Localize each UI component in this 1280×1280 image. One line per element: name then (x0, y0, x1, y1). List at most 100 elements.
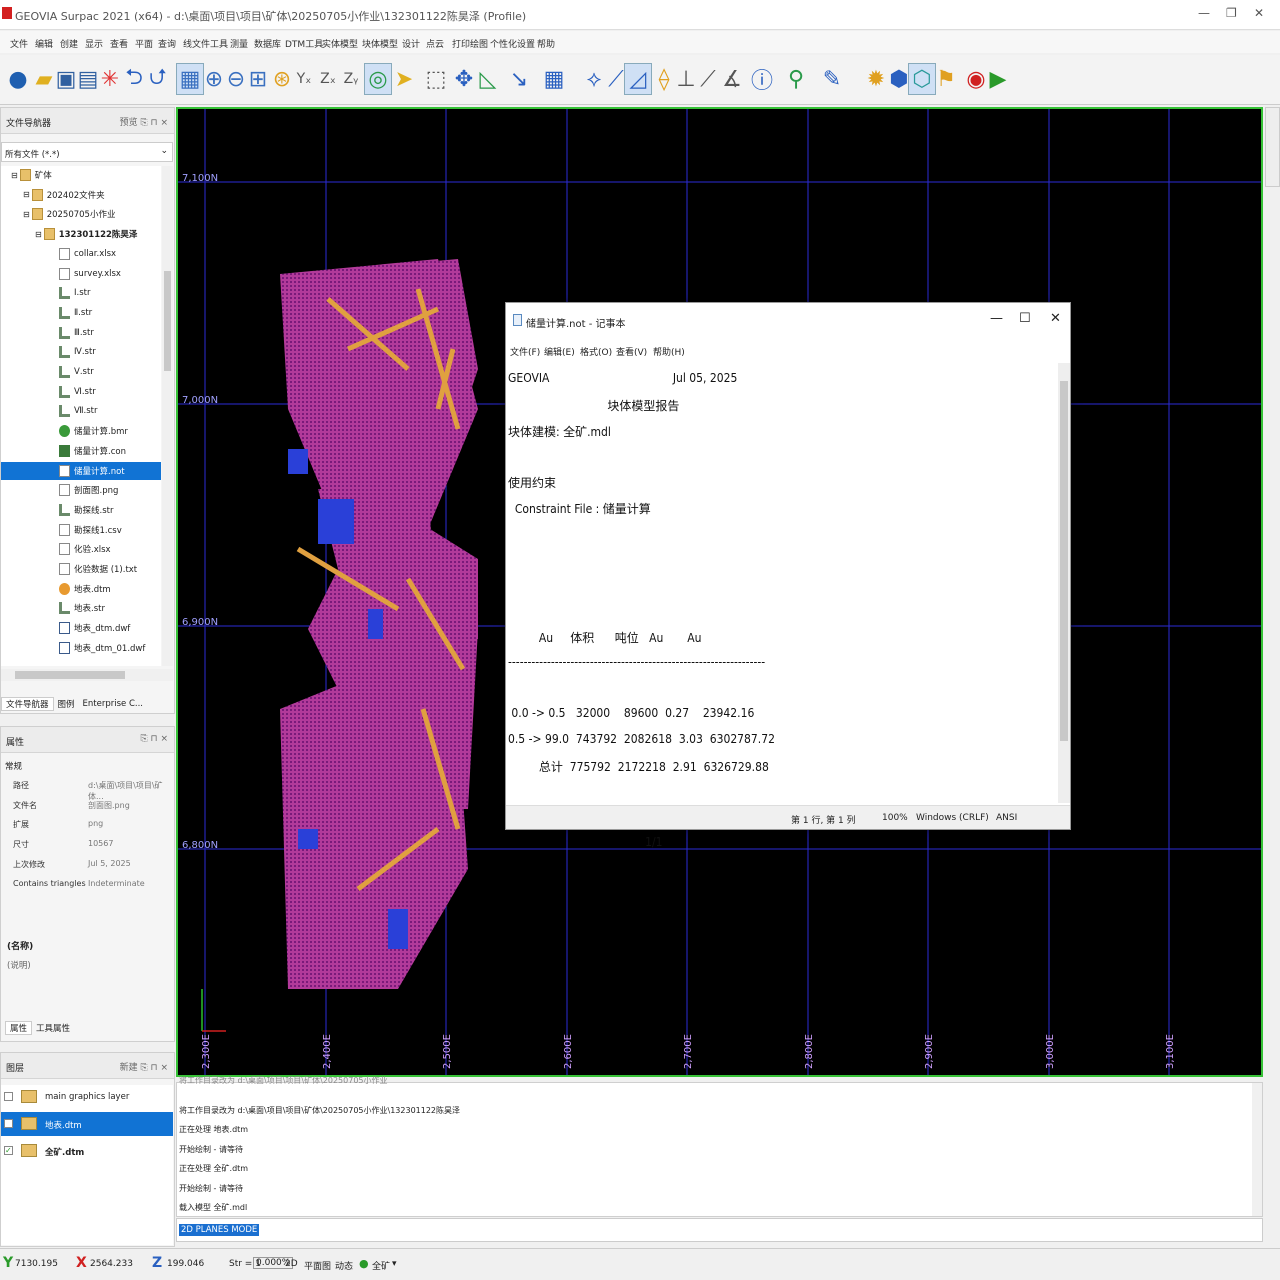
notepad-minimize-button[interactable]: — (990, 311, 1003, 326)
notepad-menu-format[interactable]: 格式(O) (580, 345, 612, 358)
side-dock-tab[interactable] (1265, 107, 1280, 187)
menu-create[interactable]: 创建 (60, 37, 78, 50)
properties-controls[interactable]: ⎘ ⊓ × (141, 734, 169, 744)
menu-plane[interactable]: 平面 (135, 37, 153, 50)
menu-edit[interactable]: 编辑 (35, 37, 53, 50)
plane-mode[interactable]: 平面图 (304, 1259, 331, 1272)
pen-icon[interactable]: ✎ (818, 63, 846, 95)
menu-plotting[interactable]: 打印绘图 (452, 37, 488, 50)
menu-solids[interactable]: 实体模型 (322, 37, 358, 50)
tab-properties[interactable]: 属性 (5, 1021, 33, 1035)
notepad-close-button[interactable]: ✕ (1050, 311, 1061, 326)
tree-item[interactable]: 地表.str (1, 599, 161, 617)
command-line[interactable]: 2D PLANES MODE (176, 1218, 1263, 1242)
minimize-button[interactable]: — (1198, 6, 1210, 20)
tree-item[interactable]: Ⅱ.str (1, 304, 161, 322)
tree-item[interactable]: 剖面图.png (1, 481, 161, 499)
tree-item[interactable]: ⊟ 132301122陈昊泽 (1, 225, 161, 243)
tree-item[interactable]: Ⅴ.str (1, 363, 161, 381)
file-filter-select[interactable]: 所有文件 (*.*) ⌄ (1, 142, 173, 162)
property-row[interactable]: 路径 d:\桌面\项目\项目\矿体... (1, 775, 171, 801)
tab-tool-properties[interactable]: 工具属性 (32, 1022, 74, 1034)
property-row[interactable]: Contains triangles Indeterminate (1, 874, 171, 893)
layers-controls[interactable]: 新建 ⎘ ⊓ × (120, 1060, 168, 1073)
notepad-scrollbar[interactable] (1058, 363, 1070, 803)
property-row[interactable]: 上次修改 Jul 5, 2025 (1, 854, 171, 873)
measure-icon[interactable]: ◺ (474, 63, 502, 95)
file-navigator-controls[interactable]: 预览 ⎘ ⊓ × (120, 115, 168, 128)
menu-block-model[interactable]: 块体模型 (362, 37, 398, 50)
tree-horizontal-scrollbar[interactable] (1, 669, 173, 681)
tree-item[interactable]: 储量计算.not (1, 461, 161, 480)
redo-icon[interactable]: ⮍ (144, 63, 172, 95)
menu-display[interactable]: 显示 (85, 37, 103, 50)
layer-item[interactable]: main graphics layer (1, 1085, 173, 1109)
tree-item[interactable]: 地表.dtm (1, 580, 161, 598)
tree-item[interactable]: Ⅲ.str (1, 324, 161, 342)
tree-item[interactable]: 储量计算.bmr (1, 422, 161, 440)
notepad-menu-edit[interactable]: 编辑(E) (544, 345, 575, 358)
property-row[interactable]: 尺寸 10567 (1, 834, 171, 853)
view-zy-icon[interactable]: Zᵧ (337, 63, 365, 95)
notepad-maximize-button[interactable]: ☐ (1019, 311, 1031, 326)
dynamic-mode[interactable]: 动态 (335, 1259, 353, 1272)
tree-item[interactable]: Ⅰ.str (1, 284, 161, 302)
notepad-menu-file[interactable]: 文件(F) (510, 345, 540, 358)
grid-icon[interactable]: ▦ (540, 63, 568, 95)
expand-toggle-icon[interactable]: ⊟ (11, 171, 18, 180)
menu-help[interactable]: 帮助 (537, 37, 555, 50)
menu-survey[interactable]: 测量 (230, 37, 248, 50)
notepad-menu-view[interactable]: 查看(V) (616, 345, 647, 358)
menu-file[interactable]: 文件 (10, 37, 28, 50)
tree-item[interactable]: Ⅳ.str (1, 343, 161, 361)
tree-item[interactable]: Ⅵ.str (1, 383, 161, 401)
chevron-down-icon[interactable]: ▾ (392, 1259, 397, 1269)
tree-item[interactable]: 储量计算.con (1, 442, 161, 460)
tree-item[interactable]: 化验数据 (1).txt (1, 560, 161, 578)
tree-item[interactable]: ⊟ 202402文件夹 (1, 186, 161, 204)
tree-item[interactable]: 化验.xlsx (1, 540, 161, 558)
info-icon[interactable]: ⓘ (748, 63, 776, 95)
property-row[interactable]: 扩展 png (1, 814, 171, 833)
tree-item[interactable]: 勘探线1.csv (1, 521, 161, 539)
tree-item[interactable]: collar.xlsx (1, 245, 161, 263)
digitize-icon[interactable]: ↘ (505, 63, 533, 95)
layer-checkbox[interactable]: ✓ (4, 1146, 13, 1155)
globe-icon[interactable]: ● (4, 63, 32, 95)
log-scrollbar[interactable] (1252, 1083, 1262, 1216)
tree-item[interactable]: ⊟ 矿体 (1, 166, 161, 184)
expand-toggle-icon[interactable]: ⊟ (35, 230, 42, 239)
close-button[interactable]: ✕ (1254, 6, 1264, 20)
menu-database[interactable]: 数据库 (254, 37, 281, 50)
tree-item[interactable]: 地表_dtm.dwf (1, 619, 161, 637)
tree-item[interactable]: 地表_dtm_01.dwf (1, 639, 161, 657)
tab-legend[interactable]: 图例 (54, 698, 79, 710)
layer-item[interactable]: ✓ 全矿.dtm (1, 1139, 173, 1163)
tab-enterprise[interactable]: Enterprise C... (79, 699, 147, 709)
menu-string-tools[interactable]: 线文件工具 (183, 37, 228, 50)
tree-item[interactable]: 勘探线.str (1, 501, 161, 519)
select-pointer-icon[interactable]: ➤ (390, 63, 418, 95)
brush-icon[interactable]: ⚑ (932, 63, 960, 95)
property-row[interactable]: 文件名 剖面图.png (1, 795, 171, 814)
menu-point-cloud[interactable]: 点云 (426, 37, 444, 50)
triangle-icon[interactable]: ◿ (624, 63, 652, 95)
view-mode-2d[interactable]: 2D (285, 1259, 298, 1269)
select-box-icon[interactable]: ⬚ (422, 63, 450, 95)
layer-item[interactable]: 地表.dtm (1, 1112, 173, 1136)
rotate-icon[interactable]: ◎ (364, 63, 392, 95)
identify-icon[interactable]: ⚲ (782, 63, 810, 95)
layer-checkbox[interactable] (4, 1092, 13, 1101)
menu-design[interactable]: 设计 (402, 37, 420, 50)
play-icon[interactable]: ▶ (984, 63, 1012, 95)
tree-vertical-scrollbar[interactable] (162, 166, 173, 666)
tree-item[interactable]: Ⅶ.str (1, 402, 161, 420)
active-layer[interactable]: 全矿 (372, 1259, 390, 1272)
layer-checkbox[interactable] (4, 1119, 13, 1128)
expand-toggle-icon[interactable]: ⊟ (23, 210, 30, 219)
menu-dtm-tools[interactable]: DTM工具 (285, 37, 323, 50)
tree-item[interactable]: survey.xlsx (1, 265, 161, 283)
tab-file-navigator[interactable]: 文件导航器 (1, 697, 54, 711)
expand-toggle-icon[interactable]: ⊟ (23, 190, 30, 199)
notepad-menu-help[interactable]: 帮助(H) (653, 345, 685, 358)
